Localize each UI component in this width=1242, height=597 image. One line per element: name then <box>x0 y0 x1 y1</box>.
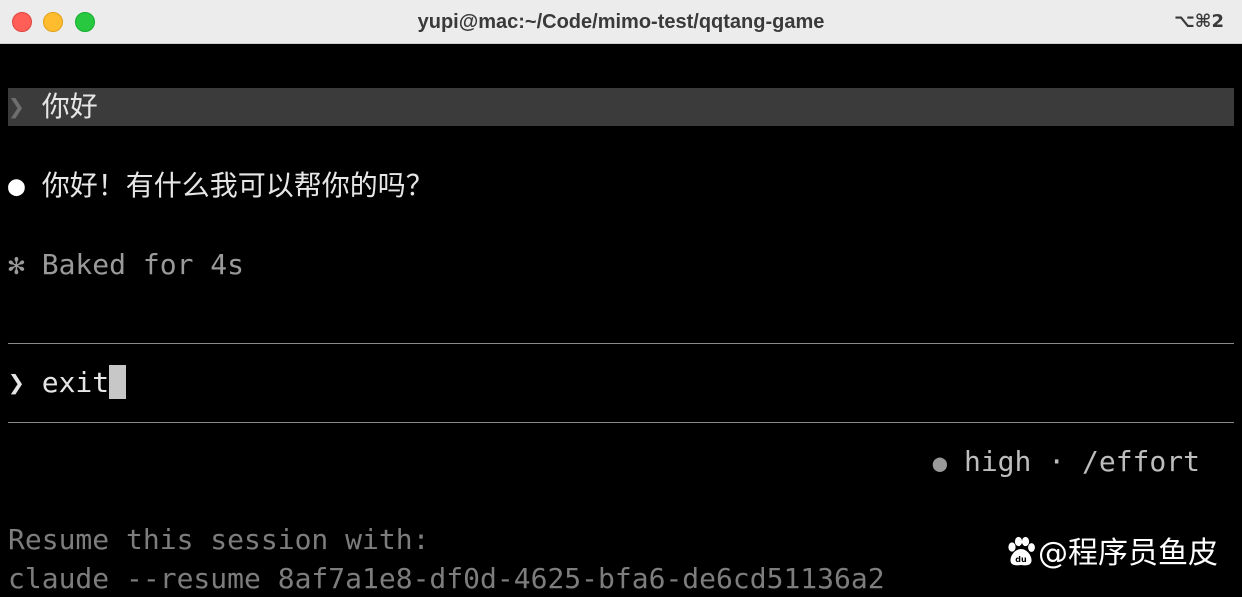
input-bottom-divider <box>8 422 1234 423</box>
watermark-text: @程序员鱼皮 <box>1038 536 1218 571</box>
svg-text:du: du <box>1015 555 1027 564</box>
response-bullet-icon: ● <box>8 169 25 202</box>
input-chevron-icon: ❯ <box>8 366 25 399</box>
effort-status: ● high · /effort <box>933 442 1200 483</box>
title-bar[interactable]: yupi@mac:~/Code/mimo-test/qqtang-game ⌥⌘… <box>0 0 1242 44</box>
assistant-response-text: 你好！有什么我可以帮你的吗？ <box>41 169 434 202</box>
resume-hint: Resume this session with: <box>8 523 430 556</box>
window-title: yupi@mac:~/Code/mimo-test/qqtang-game <box>417 11 825 33</box>
watermark: du @程序员鱼皮 <box>1004 534 1218 574</box>
baidu-paw-icon: du <box>1008 536 1035 566</box>
previous-prompt-line: ❯ 你好 <box>8 87 98 127</box>
previous-prompt-highlight <box>8 88 1234 126</box>
text-cursor <box>109 365 127 399</box>
asterisk-icon: ✻ <box>8 248 25 281</box>
prompt-input-value[interactable]: exit <box>42 366 109 399</box>
prompt-input[interactable]: ❯ exit <box>8 363 127 403</box>
resume-command[interactable]: claude --resume 8af7a1e8-df0d-4625-bfa6-… <box>8 559 885 597</box>
assistant-response-line: ● 你好！有什么我可以帮你的吗？ <box>8 166 434 206</box>
window-shortcut-label: ⌥⌘2 <box>1174 11 1224 32</box>
terminal-window: yupi@mac:~/Code/mimo-test/qqtang-game ⌥⌘… <box>0 0 1242 597</box>
status-separator: · <box>1048 445 1066 478</box>
effort-level: high <box>963 445 1032 478</box>
input-top-divider <box>8 343 1234 344</box>
timing-text: Baked for 4s <box>41 248 245 281</box>
prompt-chevron-icon: ❯ <box>8 90 25 123</box>
timing-line: ✻ Baked for 4s <box>8 245 244 285</box>
effort-command: /effort <box>1081 445 1200 478</box>
previous-prompt-text: 你好 <box>41 90 98 123</box>
effort-dot-icon: ● <box>932 449 948 477</box>
